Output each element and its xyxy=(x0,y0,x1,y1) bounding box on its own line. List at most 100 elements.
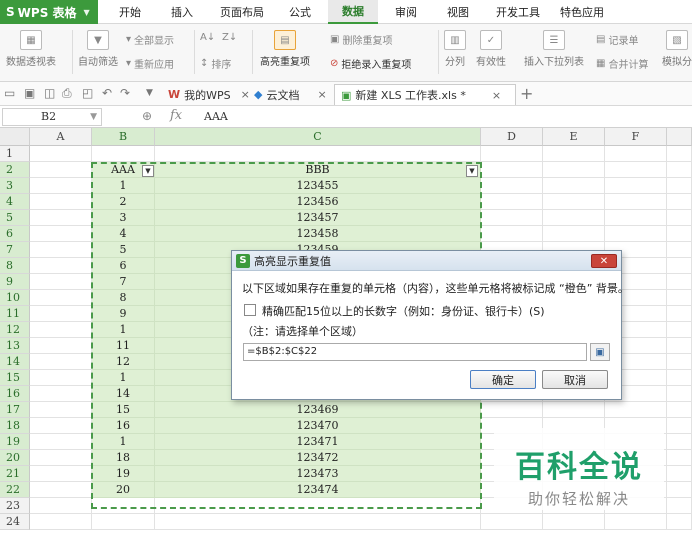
cell-g1[interactable] xyxy=(667,146,692,162)
cell-b5[interactable]: 3 xyxy=(92,210,155,226)
row-header[interactable]: 9 xyxy=(0,274,30,290)
cell-e2[interactable] xyxy=(543,162,605,178)
cell-a22[interactable] xyxy=(30,482,92,498)
row-header[interactable]: 5 xyxy=(0,210,30,226)
exact-match-checkbox[interactable] xyxy=(244,304,256,316)
row-header[interactable]: 22 xyxy=(0,482,30,498)
cell-f6[interactable] xyxy=(605,226,667,242)
merge-calc-button[interactable]: ▦ 合并计算 xyxy=(596,56,648,71)
cell-a4[interactable] xyxy=(30,194,92,210)
save-icon[interactable]: ▣ xyxy=(24,86,35,100)
cell-d24[interactable] xyxy=(481,514,543,530)
cell-d5[interactable] xyxy=(481,210,543,226)
cell-c18[interactable]: 123470 xyxy=(155,418,481,434)
cell-g21[interactable] xyxy=(667,466,692,482)
row-header[interactable]: 13 xyxy=(0,338,30,354)
menu-insert[interactable]: 插入 xyxy=(160,0,204,24)
cell-e1[interactable] xyxy=(543,146,605,162)
cell-b4[interactable]: 2 xyxy=(92,194,155,210)
column-header-d[interactable]: D xyxy=(481,128,543,146)
simulate-button[interactable]: ▧ 模拟分 xyxy=(662,30,692,68)
range-input[interactable]: =$B$2:$C$22 xyxy=(243,343,587,361)
cell-c1[interactable] xyxy=(155,146,481,162)
row-header[interactable]: 15 xyxy=(0,370,30,386)
cell-g11[interactable] xyxy=(667,306,692,322)
row-header[interactable]: 19 xyxy=(0,434,30,450)
formula-input[interactable]: AAA xyxy=(204,110,228,123)
pivot-table-button[interactable]: ▦ 数据透视表 xyxy=(6,30,56,68)
ok-button[interactable]: 确定 xyxy=(470,370,536,389)
cell-b24[interactable] xyxy=(92,514,155,530)
cell-b9[interactable]: 7 xyxy=(92,274,155,290)
row-header[interactable]: 14 xyxy=(0,354,30,370)
reject-duplicates-button[interactable]: ⊘ 拒绝录入重复项 xyxy=(330,56,411,71)
row-header[interactable]: 21 xyxy=(0,466,30,482)
cell-c20[interactable]: 123472 xyxy=(155,450,481,466)
cell-g10[interactable] xyxy=(667,290,692,306)
menu-view[interactable]: 视图 xyxy=(436,0,480,24)
cell-f1[interactable] xyxy=(605,146,667,162)
dialog-title-bar[interactable]: S 高亮显示重复值 xyxy=(232,251,621,271)
redo-icon[interactable]: ↷ xyxy=(120,86,130,100)
cell-f2[interactable] xyxy=(605,162,667,178)
cell-b1[interactable] xyxy=(92,146,155,162)
cell-a9[interactable] xyxy=(30,274,92,290)
column-header-e[interactable]: E xyxy=(543,128,605,146)
row-header[interactable]: 6 xyxy=(0,226,30,242)
chevron-down-icon[interactable]: ▼ xyxy=(90,109,97,125)
cell-g15[interactable] xyxy=(667,370,692,386)
row-header[interactable]: 11 xyxy=(0,306,30,322)
cell-a18[interactable] xyxy=(30,418,92,434)
cell-c2[interactable]: BBB xyxy=(155,162,481,178)
cell-a20[interactable] xyxy=(30,450,92,466)
tab-cloud-docs[interactable]: ◆ 云文档 × xyxy=(248,84,333,105)
cell-e17[interactable] xyxy=(543,402,605,418)
cell-a15[interactable] xyxy=(30,370,92,386)
cell-g4[interactable] xyxy=(667,194,692,210)
autofilter-button[interactable]: ▼ 自动筛选 xyxy=(78,30,118,68)
cell-a23[interactable] xyxy=(30,498,92,514)
range-picker-button[interactable]: ▣ xyxy=(590,343,610,361)
cell-e3[interactable] xyxy=(543,178,605,194)
row-header[interactable]: 8 xyxy=(0,258,30,274)
row-header[interactable]: 17 xyxy=(0,402,30,418)
row-header[interactable]: 10 xyxy=(0,290,30,306)
cell-c19[interactable]: 123471 xyxy=(155,434,481,450)
row-header[interactable]: 18 xyxy=(0,418,30,434)
fx-icon[interactable]: fx xyxy=(170,108,182,123)
column-header-next[interactable] xyxy=(667,128,692,146)
column-header-c[interactable]: C xyxy=(155,128,481,146)
highlight-duplicates-button[interactable]: ▤ 高亮重复项 xyxy=(260,30,310,68)
menu-developer[interactable]: 开发工具 xyxy=(488,0,548,24)
cancel-button[interactable]: 取消 xyxy=(542,370,608,389)
close-icon[interactable]: × xyxy=(492,89,501,102)
select-all-corner[interactable] xyxy=(0,128,30,146)
undo-icon[interactable]: ↶ xyxy=(102,86,112,100)
cell-g8[interactable] xyxy=(667,258,692,274)
column-header-a[interactable]: A xyxy=(30,128,92,146)
cell-c21[interactable]: 123473 xyxy=(155,466,481,482)
row-header[interactable]: 12 xyxy=(0,322,30,338)
cell-a1[interactable] xyxy=(30,146,92,162)
menu-features[interactable]: 特色应用 xyxy=(552,0,612,24)
cell-g16[interactable] xyxy=(667,386,692,402)
cell-a14[interactable] xyxy=(30,354,92,370)
cell-g23[interactable] xyxy=(667,498,692,514)
cell-g2[interactable] xyxy=(667,162,692,178)
row-header[interactable]: 3 xyxy=(0,178,30,194)
cell-d3[interactable] xyxy=(481,178,543,194)
cell-b16[interactable]: 14 xyxy=(92,386,155,402)
cell-b7[interactable]: 5 xyxy=(92,242,155,258)
zoom-icon[interactable]: ⊕ xyxy=(142,109,152,123)
cell-f3[interactable] xyxy=(605,178,667,194)
new-tab-icon[interactable]: + xyxy=(520,84,533,103)
row-header[interactable]: 24 xyxy=(0,514,30,530)
validity-button[interactable]: ✓ 有效性 xyxy=(476,30,506,68)
cell-d17[interactable] xyxy=(481,402,543,418)
row-header[interactable]: 1 xyxy=(0,146,30,162)
cell-c5[interactable]: 123457 xyxy=(155,210,481,226)
insert-dropdown-button[interactable]: ☰ 插入下拉列表 xyxy=(524,30,584,68)
cell-a13[interactable] xyxy=(30,338,92,354)
cell-g9[interactable] xyxy=(667,274,692,290)
menu-start[interactable]: 开始 xyxy=(108,0,152,24)
